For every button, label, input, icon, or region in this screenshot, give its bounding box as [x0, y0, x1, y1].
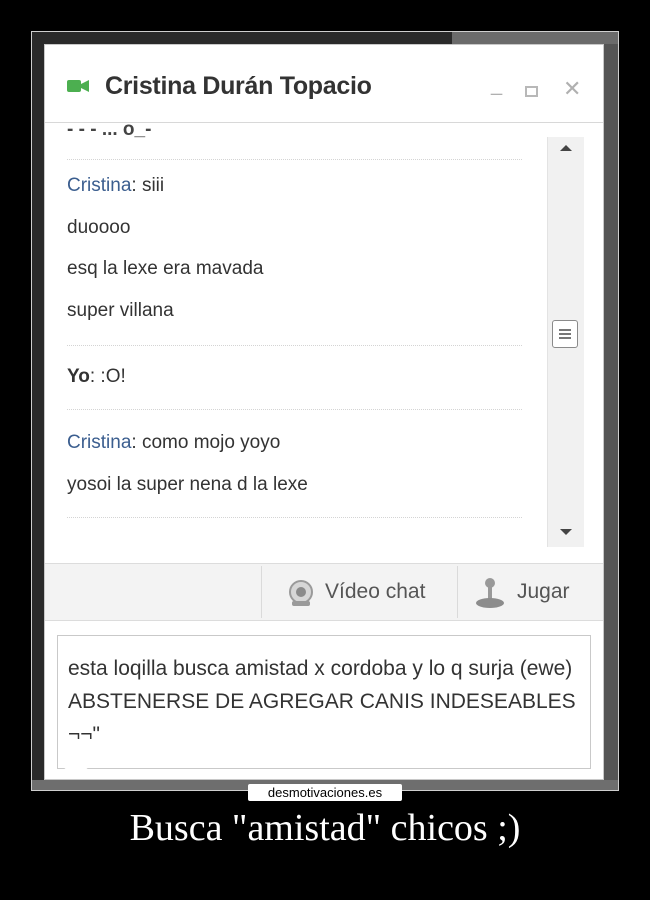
message-line: yosoi la super nena d la lexe — [67, 474, 308, 495]
message-separator — [67, 345, 522, 346]
message-line: Yo: :O! — [67, 366, 126, 388]
poster-caption: Busca "amistad" chicos ;) — [129, 807, 521, 849]
minimize-button[interactable]: _ — [491, 75, 502, 95]
message-history[interactable]: - - - ... o_- Cristina: siii duoooo esq … — [45, 123, 535, 563]
message-line: duoooo — [67, 217, 131, 238]
chat-action-bar: Vídeo chat Jugar — [45, 563, 603, 621]
message-line: esq la lexe era mavada — [67, 258, 264, 279]
video-camera-icon — [67, 80, 89, 92]
video-chat-label: Vídeo chat — [325, 580, 426, 603]
chat-contact-name: Cristina Durán Topacio — [105, 72, 372, 100]
scroll-thumb[interactable] — [552, 320, 578, 348]
background-strip — [452, 32, 618, 44]
message-scrollbar[interactable] — [547, 137, 584, 547]
message-line: Cristina: como mojo yoyo — [67, 432, 280, 454]
message-line: Cristina: siii — [67, 175, 164, 197]
poster-image-frame: Cristina Durán Topacio _ ✕ - - - ... o_-… — [31, 31, 619, 791]
close-button[interactable]: ✕ — [563, 78, 581, 100]
message-separator — [67, 409, 522, 410]
sender-name: Yo — [67, 366, 90, 387]
webcam-icon — [289, 580, 313, 606]
chat-window: Cristina Durán Topacio _ ✕ - - - ... o_-… — [44, 44, 604, 780]
message-line: super villana — [67, 300, 174, 321]
message-separator — [67, 517, 522, 518]
sender-name: Cristina — [67, 432, 132, 453]
divider — [261, 566, 262, 618]
joystick-icon — [476, 578, 504, 608]
play-game-label: Jugar — [517, 580, 570, 603]
message-separator — [67, 159, 522, 160]
video-chat-button[interactable]: Vídeo chat — [265, 564, 455, 620]
maximize-button[interactable] — [525, 86, 538, 97]
scroll-down-arrow-icon[interactable] — [560, 529, 572, 535]
scroll-up-arrow-icon[interactable] — [560, 145, 572, 151]
partial-message: - - - ... o_- — [67, 123, 152, 140]
message-input[interactable]: esta loqilla busca amistad x cordoba y l… — [57, 635, 591, 769]
message-text: : siii — [131, 175, 165, 196]
speech-tail — [62, 766, 90, 778]
chat-titlebar[interactable]: Cristina Durán Topacio _ ✕ — [45, 45, 603, 123]
message-text: : como mojo yoyo — [131, 432, 281, 453]
site-watermark: desmotivaciones.es — [248, 784, 402, 801]
play-game-button[interactable]: Jugar — [457, 564, 603, 620]
message-text: : :O! — [89, 366, 126, 387]
sender-name: Cristina — [67, 175, 132, 196]
